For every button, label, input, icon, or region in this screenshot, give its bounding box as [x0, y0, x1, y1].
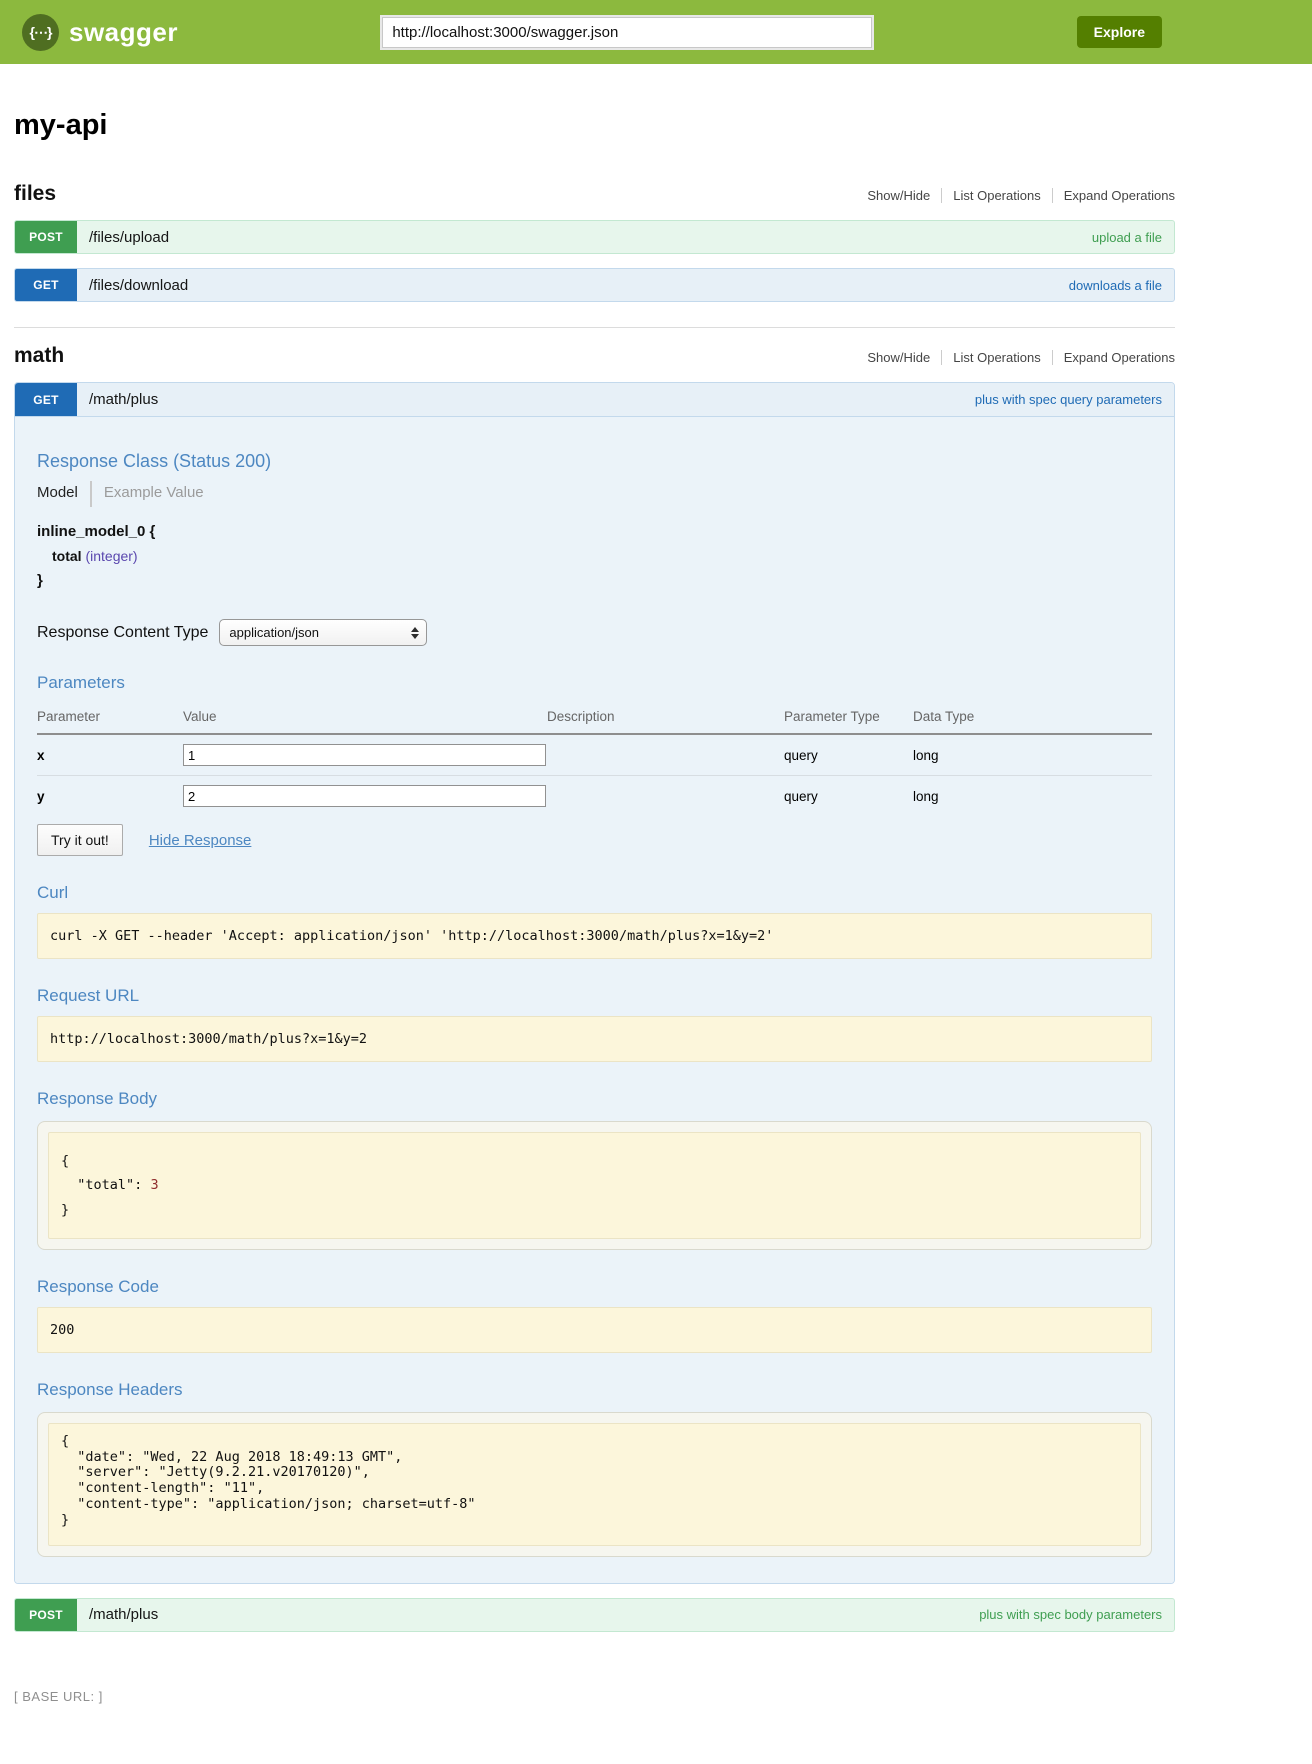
model-property: total (integer) [52, 548, 1152, 564]
column-parameter: Parameter [37, 702, 183, 734]
tab-example-value[interactable]: Example Value [92, 481, 216, 507]
response-body-container: { "total": 3 } [37, 1121, 1152, 1250]
response-class-heading: Response Class (Status 200) [37, 451, 1152, 472]
parameter-y-input[interactable] [183, 785, 546, 807]
show-hide-link[interactable]: Show/Hide [856, 350, 941, 365]
parameter-description [547, 776, 784, 817]
swagger-logo-icon: {⋯} [22, 14, 59, 51]
method-badge-post: POST [15, 1599, 77, 1631]
endpoint-summary[interactable]: downloads a file [1069, 269, 1162, 301]
parameter-x-input[interactable] [183, 744, 546, 766]
spec-url-input[interactable] [382, 17, 872, 48]
model-signature: inline_model_0 { total (integer) } [37, 523, 1152, 589]
operation-content: Response Class (Status 200) Model Exampl… [15, 417, 1174, 1583]
hide-response-link[interactable]: Hide Response [149, 832, 252, 849]
list-operations-link[interactable]: List Operations [941, 188, 1051, 203]
swagger-logo[interactable]: {⋯} swagger [22, 14, 178, 51]
expand-operations-link[interactable]: Expand Operations [1052, 188, 1175, 203]
page-title: my-api [14, 109, 1175, 142]
response-content-type-select[interactable]: application/json [219, 619, 427, 646]
endpoint-path[interactable]: /files/download [89, 269, 188, 301]
parameters-header-row: Parameter Value Description Parameter Ty… [37, 702, 1152, 734]
list-operations-link[interactable]: List Operations [941, 350, 1051, 365]
brand-name: swagger [69, 17, 178, 48]
content-wrap: my-api files Show/Hide List Operations E… [14, 109, 1175, 1704]
endpoint-get-math-plus[interactable]: GET /math/plus plus with spec query para… [15, 383, 1174, 417]
endpoint-summary[interactable]: upload a file [1092, 221, 1162, 253]
model-open: inline_model_0 { [37, 523, 1152, 540]
base-url-text: [ BASE URL: ] [14, 1689, 103, 1704]
parameter-type: query [784, 734, 913, 776]
section-files-head: files Show/Hide List Operations Expand O… [14, 182, 1175, 206]
parameter-type: query [784, 776, 913, 817]
endpoint-summary[interactable]: plus with spec query parameters [975, 383, 1162, 416]
method-badge-get: GET [15, 269, 77, 301]
section-math: math Show/Hide List Operations Expand Op… [14, 327, 1175, 1632]
method-badge-post: POST [15, 221, 77, 253]
json-value: 3 [150, 1177, 158, 1193]
column-value: Value [183, 702, 547, 734]
response-class-tabs: Model Example Value [37, 481, 1152, 507]
endpoint-path[interactable]: /math/plus [89, 383, 158, 416]
endpoint-post-files-upload[interactable]: POST /files/upload upload a file [14, 220, 1175, 254]
section-math-controls: Show/Hide List Operations Expand Operati… [856, 350, 1175, 365]
json-open-brace: { [61, 1153, 69, 1169]
column-parameter-type: Parameter Type [784, 702, 913, 734]
parameter-row-y: y query long [37, 776, 1152, 817]
explore-button[interactable]: Explore [1077, 16, 1162, 48]
request-url-value: http://localhost:3000/math/plus?x=1&y=2 [37, 1016, 1152, 1062]
model-close: } [37, 572, 1152, 589]
parameters-table: Parameter Value Description Parameter Ty… [37, 702, 1152, 816]
try-row: Try it out! Hide Response [37, 824, 1152, 856]
parameter-data-type: long [913, 734, 1152, 776]
parameter-row-x: x query long [37, 734, 1152, 776]
response-content-type-row: Response Content Type application/json [37, 619, 1152, 646]
curl-command: curl -X GET --header 'Accept: applicatio… [37, 913, 1152, 959]
tab-model[interactable]: Model [37, 481, 92, 507]
json-key: "total": [77, 1177, 142, 1193]
response-code-value: 200 [37, 1307, 1152, 1353]
spec-url-zone [178, 17, 1077, 48]
section-math-name[interactable]: math [14, 344, 64, 368]
section-files-name[interactable]: files [14, 182, 56, 206]
response-headers-heading: Response Headers [37, 1380, 1152, 1400]
endpoint-path[interactable]: /files/upload [89, 221, 169, 253]
json-close-brace: } [61, 1202, 69, 1218]
operation-get-math-plus: GET /math/plus plus with spec query para… [14, 382, 1175, 1584]
property-type: (integer) [85, 548, 137, 564]
parameter-data-type: long [913, 776, 1152, 817]
response-body-heading: Response Body [37, 1089, 1152, 1109]
parameters-heading: Parameters [37, 673, 1152, 693]
section-files: files Show/Hide List Operations Expand O… [14, 182, 1175, 302]
response-content-type-label: Response Content Type [37, 624, 208, 642]
response-body-json: { "total": 3 } [48, 1132, 1141, 1239]
parameter-description [547, 734, 784, 776]
curl-heading: Curl [37, 883, 1152, 903]
parameter-name: x [37, 734, 183, 776]
property-name: total [52, 548, 82, 564]
expand-operations-link[interactable]: Expand Operations [1052, 350, 1175, 365]
section-files-controls: Show/Hide List Operations Expand Operati… [856, 188, 1175, 203]
section-math-head: math Show/Hide List Operations Expand Op… [14, 344, 1175, 368]
parameter-name: y [37, 776, 183, 817]
base-url-footer: [ BASE URL: ] [14, 1689, 1175, 1704]
endpoint-get-files-download[interactable]: GET /files/download downloads a file [14, 268, 1175, 302]
request-url-heading: Request URL [37, 986, 1152, 1006]
select-arrows-icon [411, 627, 419, 639]
method-badge-get: GET [15, 383, 77, 416]
response-headers-json: { "date": "Wed, 22 Aug 2018 18:49:13 GMT… [48, 1423, 1141, 1546]
try-it-out-button[interactable]: Try it out! [37, 824, 123, 856]
column-description: Description [547, 702, 784, 734]
response-headers-container: { "date": "Wed, 22 Aug 2018 18:49:13 GMT… [37, 1412, 1152, 1557]
header-bar: {⋯} swagger Explore [0, 0, 1312, 64]
selected-content-type: application/json [229, 625, 319, 640]
column-data-type: Data Type [913, 702, 1152, 734]
response-code-heading: Response Code [37, 1277, 1152, 1297]
endpoint-post-math-plus[interactable]: POST /math/plus plus with spec body para… [14, 1598, 1175, 1632]
endpoint-summary[interactable]: plus with spec body parameters [979, 1599, 1162, 1631]
endpoint-path[interactable]: /math/plus [89, 1599, 158, 1631]
show-hide-link[interactable]: Show/Hide [856, 188, 941, 203]
